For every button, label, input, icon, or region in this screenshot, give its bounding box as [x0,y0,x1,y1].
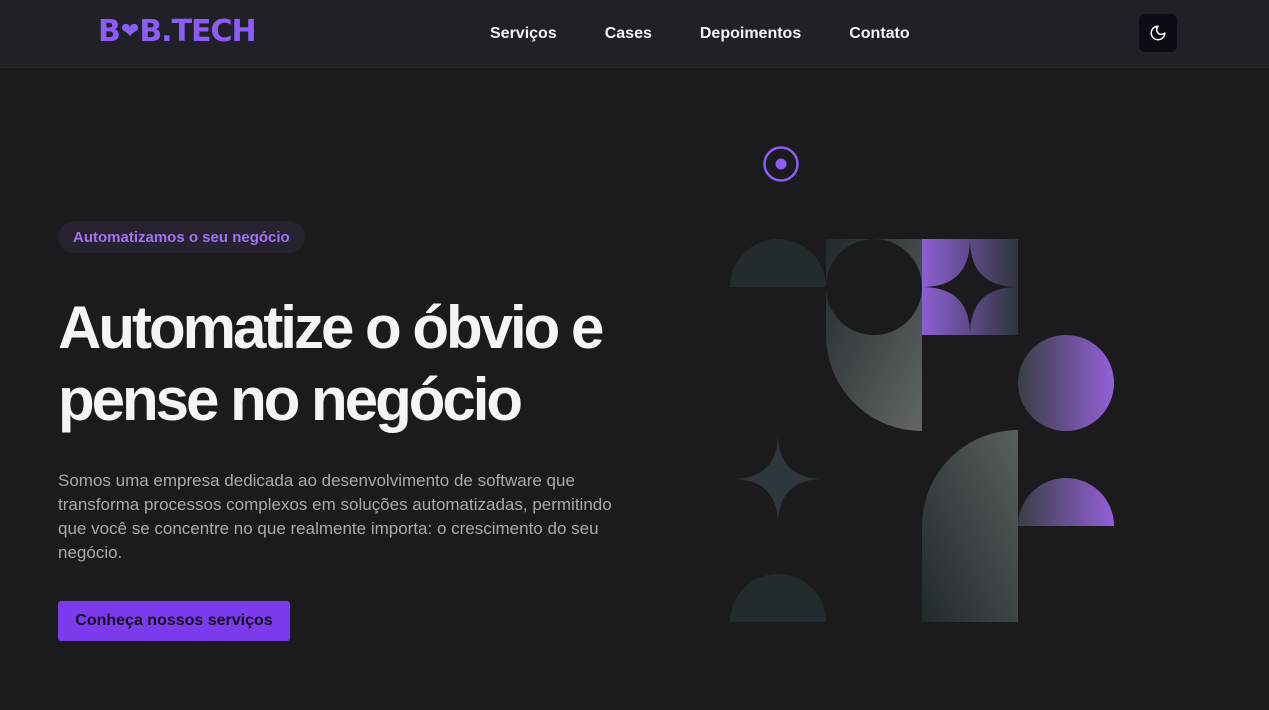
theme-toggle-button[interactable] [1139,14,1177,52]
grey-star [732,433,824,525]
brand-logo[interactable]: B ❤ B.TECH [98,16,257,48]
geometric-illustration [730,146,1114,622]
nav-link-contato[interactable]: Contato [849,25,909,43]
half-circle-purple [1018,478,1114,526]
hero-description: Somos uma empresa dedicada ao desenvolvi… [58,471,612,562]
main-nav: Serviços Cases Depoimentos Contato [490,0,910,68]
half-circle-bottom-left [730,574,826,622]
headline-line-2: pense no negócio [58,366,523,433]
headline-line-1: Automatize o óbvio e [58,294,604,361]
top-navbar: B ❤ B.TECH Serviços Cases Depoimentos Cont… [0,0,1269,68]
hero-badge: Automatizamos o seu negócio [58,221,305,253]
moon-icon [1150,25,1166,41]
hero-headline: Automatize o óbvio e pense no negócio [58,292,658,436]
cta-services-button[interactable]: Conheça nossos serviços [58,601,290,641]
nav-link-depoimentos[interactable]: Depoimentos [700,25,801,43]
nav-link-servicos[interactable]: Serviços [490,25,557,43]
quarter-shape-large [922,430,1018,622]
half-circle-top-left [730,239,826,287]
purple-circle [1018,335,1114,431]
nav-link-cases[interactable]: Cases [605,25,652,43]
target-dot [775,158,787,170]
circle-hole [826,239,922,335]
